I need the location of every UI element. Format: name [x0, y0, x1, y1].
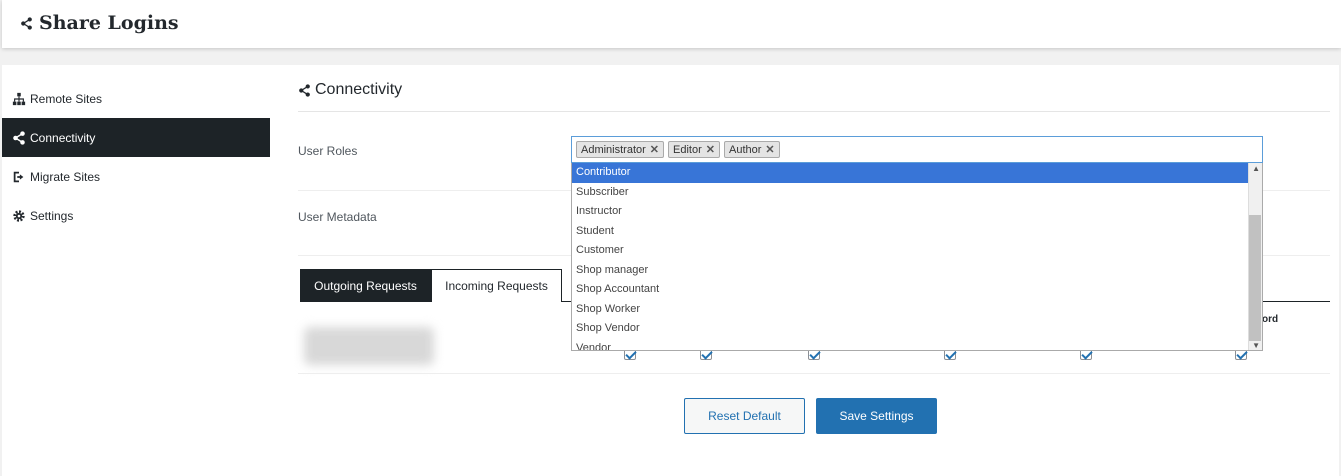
- section-title-text: Connectivity: [315, 81, 403, 98]
- request-tabs: Outgoing Requests Incoming Requests: [300, 269, 562, 302]
- blurred-site-name: [304, 327, 434, 365]
- remove-tag-icon[interactable]: ✕: [765, 143, 774, 156]
- app-brand: Share Logins: [20, 12, 179, 34]
- tab-outgoing-requests[interactable]: Outgoing Requests: [300, 269, 431, 302]
- scrollbar-thumb[interactable]: [1249, 215, 1261, 341]
- role-tag-label: Editor: [673, 143, 702, 156]
- sidebar-item-label: Settings: [30, 208, 74, 223]
- divider: [298, 111, 1330, 112]
- user-metadata-label: User Metadata: [298, 210, 377, 224]
- role-option-instructor[interactable]: Instructor: [572, 202, 1262, 222]
- sidebar-item-settings[interactable]: Settings: [2, 196, 270, 235]
- dropdown-scrollbar[interactable]: ▲ ▼: [1248, 163, 1262, 350]
- sidebar-item-label: Migrate Sites: [30, 169, 101, 184]
- sidebar-item-migrate-sites[interactable]: Migrate Sites: [2, 157, 270, 196]
- save-settings-button[interactable]: Save Settings: [816, 398, 937, 434]
- role-option-vendor[interactable]: Vendor: [572, 339, 1262, 351]
- role-tag-administrator: Administrator ✕: [576, 141, 665, 158]
- sidebar-item-label: Connectivity: [30, 130, 96, 145]
- user-roles-label: User Roles: [298, 144, 358, 158]
- share-icon: [21, 16, 32, 30]
- role-option-customer[interactable]: Customer: [572, 241, 1262, 261]
- role-option-shop-vendor[interactable]: Shop Vendor: [572, 319, 1262, 339]
- user-roles-multiselect[interactable]: Administrator ✕ Editor ✕ Author ✕: [571, 136, 1263, 163]
- role-option-shop-accountant[interactable]: Shop Accountant: [572, 280, 1262, 300]
- top-header: Share Logins: [2, 0, 1341, 48]
- role-option-shop-manager[interactable]: Shop manager: [572, 261, 1262, 281]
- role-options-dropdown: Contributor Subscriber Instructor Studen…: [571, 163, 1263, 351]
- role-option-subscriber[interactable]: Subscriber: [572, 183, 1262, 203]
- share-icon: [299, 83, 310, 97]
- sidebar: Remote Sites Connectivity Migrate Sites …: [2, 79, 270, 235]
- role-option-contributor[interactable]: Contributor: [572, 163, 1262, 183]
- gear-icon: [13, 209, 25, 222]
- tab-incoming-requests[interactable]: Incoming Requests: [431, 269, 562, 302]
- scroll-up-icon[interactable]: ▲: [1252, 164, 1260, 173]
- remove-tag-icon[interactable]: ✕: [706, 143, 715, 156]
- role-tag-label: Author: [728, 143, 762, 156]
- scroll-down-icon[interactable]: ▼: [1252, 341, 1260, 350]
- role-option-shop-worker[interactable]: Shop Worker: [572, 300, 1262, 320]
- sitemap-icon: [12, 92, 26, 105]
- section-title: Connectivity: [298, 81, 402, 99]
- role-tag-label: Administrator: [581, 143, 646, 156]
- sidebar-item-label: Remote Sites: [30, 91, 103, 106]
- app-title: Share Logins: [39, 12, 179, 34]
- reset-default-button[interactable]: Reset Default: [684, 398, 805, 434]
- role-tag-author: Author ✕: [723, 141, 780, 158]
- sidebar-item-remote-sites[interactable]: Remote Sites: [2, 79, 270, 118]
- sidebar-item-connectivity[interactable]: Connectivity: [2, 118, 270, 157]
- remove-tag-icon[interactable]: ✕: [650, 143, 659, 156]
- main-panel: Remote Sites Connectivity Migrate Sites …: [2, 65, 1339, 476]
- column-header-partial: ord: [1262, 314, 1279, 325]
- divider: [298, 373, 1330, 374]
- role-tag-editor: Editor ✕: [668, 141, 720, 158]
- share-icon: [13, 130, 25, 145]
- role-option-student[interactable]: Student: [572, 222, 1262, 242]
- sign-out-icon: [13, 171, 24, 182]
